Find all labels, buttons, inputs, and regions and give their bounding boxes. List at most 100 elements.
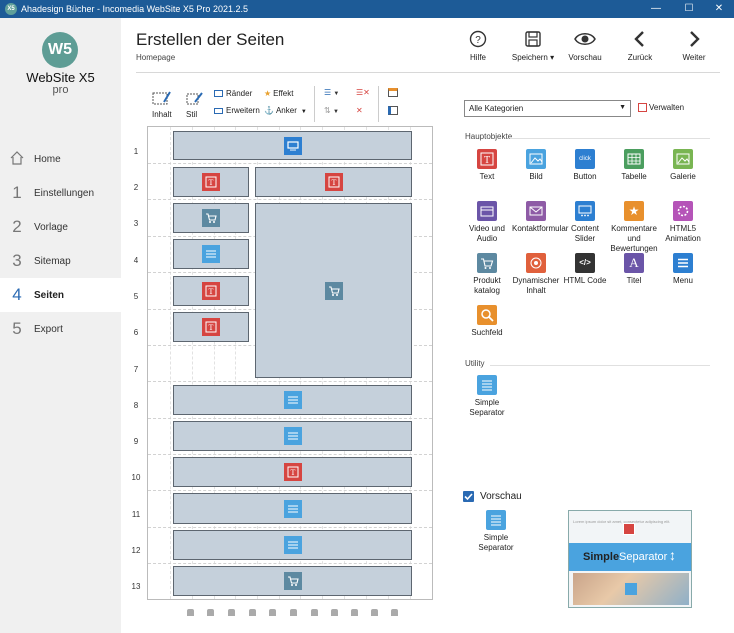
- category-select[interactable]: Alle Kategorien ▼: [464, 100, 631, 117]
- maximize-icon[interactable]: ☐: [674, 0, 704, 18]
- toolbar-divider: [378, 86, 379, 122]
- help-button[interactable]: ? Hilfe: [448, 30, 508, 62]
- sidebar-item-sitemap[interactable]: 3 Sitemap: [0, 244, 121, 278]
- grid-cell[interactable]: T: [173, 312, 249, 342]
- breadcrumb: Homepage: [136, 53, 176, 62]
- object-html-code[interactable]: </> HTML Code: [561, 253, 609, 286]
- save-button[interactable]: Speichern ▾: [503, 30, 563, 62]
- sidebar-item-vorlage[interactable]: 2 Vorlage: [0, 210, 121, 244]
- settings-cell-button[interactable]: [388, 106, 398, 117]
- object-label: Button: [573, 172, 597, 181]
- text-icon: T: [477, 149, 497, 169]
- next-button[interactable]: Weiter: [664, 30, 724, 62]
- effect-button[interactable]: ★ Effekt: [264, 89, 293, 98]
- cart-icon: [477, 253, 497, 273]
- column-handle-icon[interactable]: [371, 609, 378, 616]
- column-handle-icon[interactable]: [187, 609, 194, 616]
- step-number: 4: [12, 285, 22, 304]
- search-icon: [477, 305, 497, 325]
- object-label: Simple Separator: [478, 533, 514, 552]
- separator-icon: [283, 536, 302, 554]
- move-row-button[interactable]: ⇅ ▼: [324, 106, 339, 115]
- object-image[interactable]: Bild: [512, 149, 560, 182]
- minimize-icon[interactable]: —: [641, 0, 671, 18]
- sidebar-item-export[interactable]: 5 Export: [0, 312, 121, 346]
- preview-thumbnail: Lorem ipsum dolor sit amet, consectetur …: [568, 510, 692, 608]
- menu-icon: [673, 253, 693, 273]
- grid-cell[interactable]: [173, 203, 249, 233]
- column-handle-icon[interactable]: [311, 609, 318, 616]
- object-simple-separator[interactable]: Simple Separator: [463, 375, 511, 418]
- row-number: 4: [133, 256, 139, 265]
- object-dynamic-content[interactable]: Dynamischer Inhalt: [512, 253, 560, 296]
- column-handle-icon[interactable]: [269, 609, 276, 616]
- object-product-catalog[interactable]: Produkt katalog: [463, 253, 511, 296]
- dynamic-icon: [526, 253, 546, 273]
- column-handle-icon[interactable]: [290, 609, 297, 616]
- delete-row-button[interactable]: ☰✕: [356, 88, 370, 97]
- video-icon: [477, 201, 497, 221]
- extend-button[interactable]: Erweitern: [214, 106, 260, 115]
- animation-icon: [673, 201, 693, 221]
- borders-button[interactable]: Ränder: [214, 89, 252, 98]
- home-icon: [9, 150, 25, 168]
- grid-cell[interactable]: T: [173, 167, 249, 197]
- object-title[interactable]: A Titel: [610, 253, 658, 286]
- grid-cell[interactable]: [173, 566, 412, 596]
- column-handle-icon[interactable]: [207, 609, 214, 616]
- object-label: Menu: [672, 276, 693, 285]
- object-menu[interactable]: Menu: [659, 253, 707, 286]
- object-content-slider[interactable]: Content Slider: [561, 201, 609, 244]
- grid-cell[interactable]: [173, 239, 249, 269]
- grid-cell[interactable]: [173, 421, 412, 451]
- text-icon: T: [283, 463, 302, 481]
- main-objects-header: Hauptobjekte: [465, 132, 513, 141]
- sidebar-item-seiten[interactable]: 4 Seiten: [0, 278, 121, 312]
- back-button[interactable]: Zurück: [610, 30, 670, 62]
- preview-checkbox[interactable]: [463, 491, 474, 502]
- object-table[interactable]: Tabelle: [610, 149, 658, 182]
- step-number: 1: [12, 183, 22, 202]
- edit-cell-button[interactable]: [388, 88, 398, 99]
- grid-cell[interactable]: [173, 385, 412, 415]
- close-icon[interactable]: ✕: [704, 0, 734, 18]
- text-icon: [623, 523, 635, 535]
- sidebar-item-label: Seiten: [34, 290, 65, 301]
- logo-brand: WebSite X5: [26, 70, 95, 85]
- save-icon: [525, 31, 541, 47]
- clear-cell-button[interactable]: ✕: [356, 106, 363, 115]
- grid-cell[interactable]: [173, 530, 412, 560]
- anchor-button[interactable]: ⚓ Anker ▼: [264, 106, 307, 115]
- object-contact-form[interactable]: Kontaktformular: [512, 201, 568, 234]
- grid-cell[interactable]: T: [173, 276, 249, 306]
- grid-cell[interactable]: [255, 203, 412, 378]
- insert-row-button[interactable]: ☰ ▼: [324, 88, 339, 97]
- grid-cell[interactable]: [173, 131, 412, 160]
- object-video[interactable]: Video und Audio: [463, 201, 511, 244]
- object-button[interactable]: click Button: [561, 149, 609, 182]
- column-handle-icon[interactable]: [331, 609, 338, 616]
- column-handle-icon[interactable]: [391, 609, 398, 616]
- column-handle-icon[interactable]: [351, 609, 358, 616]
- object-search-field[interactable]: Suchfeld: [463, 305, 511, 338]
- manage-button[interactable]: Verwalten: [638, 103, 684, 113]
- sidebar-item-einstellungen[interactable]: 1 Einstellungen: [0, 176, 121, 210]
- preview-title-rest: Separator: [619, 551, 668, 563]
- object-gallery[interactable]: Galerie: [659, 149, 707, 182]
- object-comments[interactable]: ★ Kommentare und Bewertungen: [610, 201, 658, 254]
- object-html5-animation[interactable]: HTML5 Animation: [659, 201, 707, 244]
- preview-label: Vorschau: [480, 491, 522, 502]
- row-number: 1: [133, 147, 139, 156]
- style-button[interactable]: Stil: [186, 90, 204, 119]
- preview-button[interactable]: Vorschau: [555, 30, 615, 62]
- column-handle-icon[interactable]: [249, 609, 256, 616]
- column-handle-icon[interactable]: [228, 609, 235, 616]
- grid-cell[interactable]: T: [255, 167, 412, 197]
- object-text[interactable]: T Text: [463, 149, 511, 182]
- sidebar-item-home[interactable]: Home: [0, 142, 121, 176]
- grid-cell[interactable]: T: [173, 457, 412, 487]
- content-button[interactable]: Inhalt: [152, 90, 172, 119]
- preview-image: [573, 573, 689, 605]
- grid-cell[interactable]: [173, 493, 412, 524]
- utility-header: Utility: [465, 359, 485, 368]
